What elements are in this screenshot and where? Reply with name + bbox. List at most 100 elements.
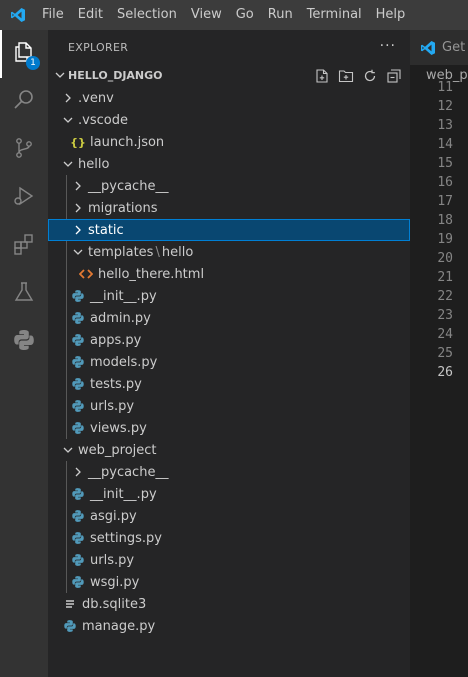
tree-item-launch-json[interactable]: {} launch.json: [48, 131, 410, 153]
activity-search[interactable]: [0, 78, 48, 126]
activity-run-debug[interactable]: [0, 174, 48, 222]
activity-source-control[interactable]: [0, 126, 48, 174]
tree-item-label: wsgi.py: [90, 574, 140, 590]
chevron-down-icon: [60, 112, 76, 128]
tree-item-vscode[interactable]: .vscode: [48, 109, 410, 131]
tree-item-db-sqlite3[interactable]: db.sqlite3: [48, 593, 410, 615]
tree-item-web-project[interactable]: web_project: [48, 439, 410, 461]
line-number: 12: [437, 99, 453, 114]
tree-item-label: manage.py: [82, 618, 156, 634]
database-file-icon: [62, 596, 78, 612]
python-file-icon: [70, 288, 86, 304]
tree-item-label: models.py: [90, 354, 158, 370]
tree-item-tests-py[interactable]: tests.py: [48, 373, 410, 395]
indent-guide: [66, 197, 67, 219]
chevron-right-icon: [70, 222, 86, 238]
tree-item-migrations[interactable]: migrations: [48, 197, 410, 219]
flask-icon: [12, 280, 36, 308]
tree-item-label: templates: [88, 244, 154, 260]
tree-item-models-py[interactable]: models.py: [48, 351, 410, 373]
tab-get-started[interactable]: Get Started: [410, 30, 468, 65]
tree-item-venv[interactable]: .venv: [48, 87, 410, 109]
tree-item-label: .venv: [78, 90, 114, 106]
tree-item-label: __pycache__: [88, 178, 169, 194]
line-number: 17: [437, 194, 453, 209]
refresh-icon[interactable]: [362, 68, 378, 84]
tree-item-label: web_project: [78, 442, 157, 458]
python-file-icon: [70, 486, 86, 502]
new-file-icon[interactable]: [314, 68, 330, 84]
tree-item-hello-pycache[interactable]: __pycache__: [48, 175, 410, 197]
tree-item-wsgi-py[interactable]: wsgi.py: [48, 571, 410, 593]
tree-item-hello-there-html[interactable]: hello_there.html: [48, 263, 410, 285]
line-number: 19: [437, 232, 453, 247]
menu-edit[interactable]: Edit: [72, 0, 111, 30]
indent-guide: [66, 329, 67, 351]
chevron-right-icon: [70, 200, 86, 216]
tree-item-label: static: [88, 222, 124, 238]
menu-help[interactable]: Help: [370, 0, 414, 30]
menu-selection[interactable]: Selection: [111, 0, 185, 30]
indent-guide: [66, 307, 67, 329]
tree-item-web-pycache[interactable]: __pycache__: [48, 461, 410, 483]
line-number: 25: [437, 346, 453, 361]
line-number: 26: [437, 365, 453, 380]
menu-view[interactable]: View: [185, 0, 230, 30]
line-number: 24: [437, 327, 453, 342]
workspace-title: HELLO_DJANGO: [68, 69, 163, 82]
tree-item-hello[interactable]: hello: [48, 153, 410, 175]
vscode-logo-icon: [0, 0, 36, 30]
tree-item-hello-init-py[interactable]: __init__.py: [48, 285, 410, 307]
tree-item-views-py[interactable]: views.py: [48, 417, 410, 439]
workspace-section-header[interactable]: HELLO_DJANGO: [48, 65, 410, 87]
tree-item-web-urls-py[interactable]: urls.py: [48, 549, 410, 571]
tree-item-apps-py[interactable]: apps.py: [48, 329, 410, 351]
chevron-down-icon: [60, 442, 76, 458]
tree-item-admin-py[interactable]: admin.py: [48, 307, 410, 329]
chevron-down-icon: [54, 69, 66, 85]
collapse-all-icon[interactable]: [386, 68, 402, 84]
tree-item-label: views.py: [90, 420, 147, 436]
indent-guide: [66, 483, 67, 505]
more-actions-button[interactable]: ···: [380, 38, 396, 54]
tree-item-label: urls.py: [90, 398, 135, 414]
tree-item-label: asgi.py: [90, 508, 137, 524]
line-number: 21: [437, 270, 453, 285]
tree-item-static[interactable]: static: [48, 219, 410, 241]
python-file-icon: [70, 420, 86, 436]
line-number-gutter: 11 12 13 14 15 16 17 18 19 20 21 22 23 24 25 26: [410, 78, 468, 382]
tree-item-label: __init__.py: [90, 486, 157, 502]
menu-terminal[interactable]: Terminal: [301, 0, 370, 30]
activity-python[interactable]: [0, 318, 48, 366]
tree-item-label: hello: [78, 156, 110, 172]
tree-item-label: launch.json: [90, 134, 165, 150]
menu-run[interactable]: Run: [262, 0, 301, 30]
line-number: 13: [437, 118, 453, 133]
activity-testing[interactable]: [0, 270, 48, 318]
indent-guide: [66, 505, 67, 527]
tree-item-label: __pycache__: [88, 464, 169, 480]
menu-file[interactable]: File: [36, 0, 72, 30]
tree-item-label: migrations: [88, 200, 158, 216]
python-file-icon: [70, 508, 86, 524]
tree-item-label: hello_there.html: [98, 266, 205, 282]
menu-go[interactable]: Go: [230, 0, 262, 30]
activity-extensions[interactable]: [0, 222, 48, 270]
line-number: 16: [437, 175, 453, 190]
editor-area: Get Started web_project 1112131415161718…: [410, 30, 468, 677]
activity-explorer[interactable]: 1: [0, 30, 48, 78]
tree-item-web-init-py[interactable]: __init__.py: [48, 483, 410, 505]
new-folder-icon[interactable]: [338, 68, 354, 84]
tree-item-label-suffix: hello: [161, 244, 194, 260]
indent-guide: [66, 527, 67, 549]
tree-item-settings-py[interactable]: settings.py: [48, 527, 410, 549]
tree-item-hello-urls-py[interactable]: urls.py: [48, 395, 410, 417]
python-file-icon: [70, 354, 86, 370]
tree-item-manage-py[interactable]: manage.py: [48, 615, 410, 637]
tree-item-asgi-py[interactable]: asgi.py: [48, 505, 410, 527]
line-number: 15: [437, 156, 453, 171]
python-file-icon: [62, 618, 78, 634]
chevron-down-icon: [60, 156, 76, 172]
tree-item-templates-hello[interactable]: templates \ hello: [48, 241, 410, 263]
tab-label: Get Started: [442, 40, 468, 55]
